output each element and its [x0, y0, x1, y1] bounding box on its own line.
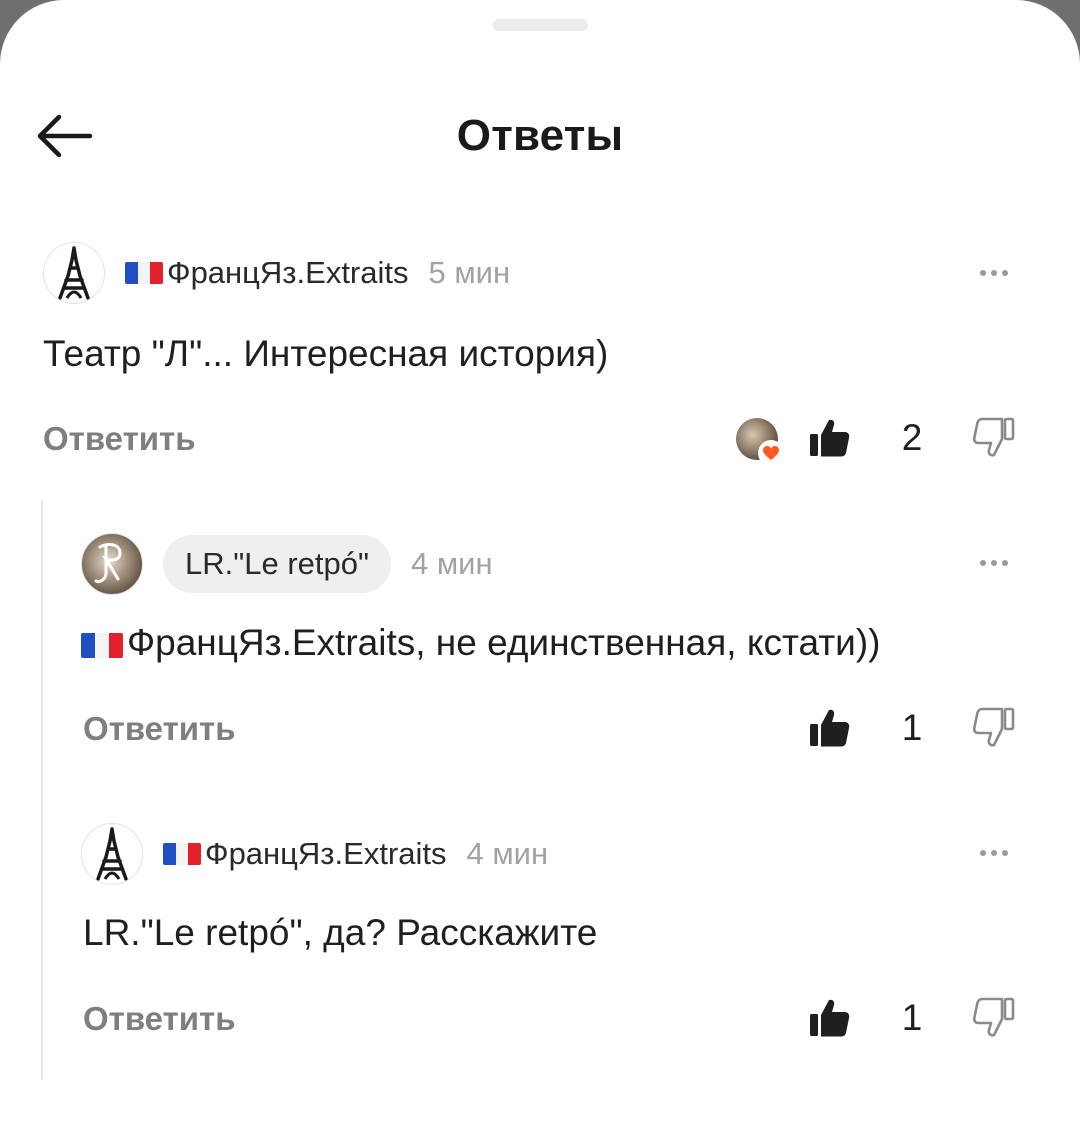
thumbs-up-icon — [810, 419, 850, 457]
thumbs-up-icon — [810, 999, 850, 1037]
avatar[interactable] — [81, 823, 143, 885]
author-name: ФранцЯз.Extraits — [167, 255, 409, 290]
likes-count: 2 — [901, 417, 923, 458]
dislike-button[interactable] — [972, 996, 1016, 1040]
more-dot — [1002, 560, 1008, 566]
more-dot — [1002, 850, 1008, 856]
eiffel-tower-icon — [96, 827, 128, 881]
more-dot — [991, 850, 997, 856]
monogram-icon — [94, 543, 122, 583]
like-button[interactable] — [808, 416, 852, 460]
more-button[interactable] — [974, 253, 1014, 293]
comment-text: LR."Le retpó", да? Расскажите — [83, 912, 598, 953]
more-dots-icon — [980, 560, 986, 566]
more-dots-icon — [980, 850, 986, 856]
comment-time: 5 мин — [428, 255, 511, 290]
like-button[interactable] — [808, 706, 852, 750]
like-button[interactable] — [808, 996, 852, 1040]
more-button[interactable] — [974, 833, 1014, 873]
french-flag-icon — [81, 632, 123, 658]
reply-button[interactable]: Ответить — [83, 707, 236, 751]
comment-author[interactable]: LR."Le retpó" — [163, 535, 392, 593]
dislike-button[interactable] — [972, 706, 1016, 750]
comment-author[interactable]: ФранцЯз.Extraits — [163, 836, 447, 872]
comment-author[interactable]: ФранцЯз.Extraits — [125, 255, 409, 291]
more-button[interactable] — [974, 543, 1014, 583]
page-title: Ответы — [456, 111, 624, 160]
reply-button[interactable]: Ответить — [83, 997, 236, 1041]
french-flag-icon — [163, 843, 201, 865]
thumbs-up-icon — [810, 709, 850, 747]
thumbs-down-icon — [972, 707, 1015, 747]
comment-text: ФранцЯз.Extraits, не единственная, кстат… — [81, 619, 881, 667]
thread-line — [41, 500, 43, 1080]
thumbs-down-icon — [972, 997, 1015, 1037]
avatar[interactable] — [43, 242, 105, 304]
more-dots-icon — [980, 270, 986, 276]
dislike-button[interactable] — [972, 416, 1016, 460]
sheet-grabber[interactable] — [493, 19, 588, 31]
bottom-sheet: Ответы ФранцЯз.Extraits 5 мин Театр "Л".… — [0, 0, 1080, 1126]
likes-count: 1 — [901, 997, 923, 1038]
author-name: LR."Le retpó" — [185, 546, 370, 581]
more-dot — [991, 560, 997, 566]
reply-button[interactable]: Ответить — [43, 417, 196, 461]
likes-count: 1 — [901, 707, 923, 748]
heart-icon — [758, 440, 784, 466]
comment-time: 4 мин — [466, 836, 549, 871]
reactor-avatar[interactable] — [736, 418, 784, 466]
comment-text: Театр "Л"... Интересная история) — [43, 333, 609, 374]
comment-text-body: ФранцЯз.Extraits, не единственная, кстат… — [127, 622, 881, 663]
eiffel-tower-icon — [58, 246, 90, 300]
author-name: ФранцЯз.Extraits — [205, 836, 447, 871]
more-dot — [1002, 270, 1008, 276]
avatar[interactable] — [81, 533, 143, 595]
thumbs-down-icon — [972, 417, 1015, 457]
more-dot — [991, 270, 997, 276]
french-flag-icon — [125, 262, 163, 284]
comment-time: 4 мин — [411, 546, 493, 581]
